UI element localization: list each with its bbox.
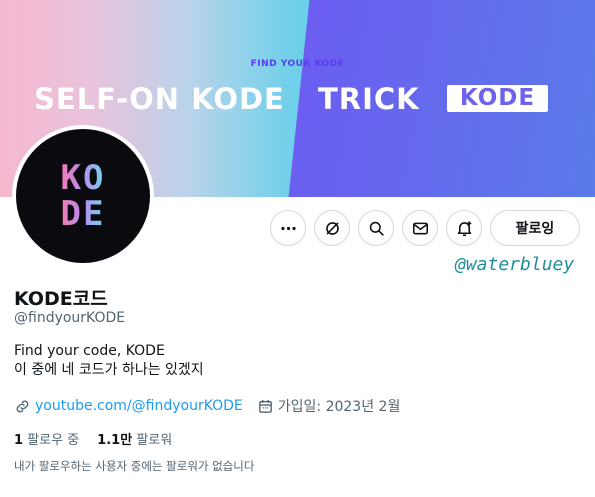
following-stat[interactable]: 1 팔로우 중 xyxy=(14,429,79,448)
search-button[interactable] xyxy=(358,210,394,246)
calendar-icon xyxy=(258,399,272,413)
followers-count: 1.1만 xyxy=(97,433,133,448)
profile-meta: youtube.com/@findyourKODE 가입일: 2023년 2월 xyxy=(14,396,400,416)
grok-icon xyxy=(325,221,339,235)
grok-button[interactable] xyxy=(314,210,350,246)
banner-badge: KODE xyxy=(447,85,548,112)
profile-actions: 팔로잉 xyxy=(270,210,580,246)
envelope-icon xyxy=(412,222,428,234)
avatar[interactable]: KO DE xyxy=(12,125,154,267)
following-button[interactable]: 팔로잉 xyxy=(490,210,580,246)
avatar-logo: KO DE xyxy=(16,129,150,263)
bio-line-2: 이 중에 네 코드가 하나는 있겠지 xyxy=(14,362,204,378)
bell-plus-icon xyxy=(457,220,471,236)
link-icon xyxy=(16,400,29,412)
profile-stats: 1 팔로우 중 1.1만 팔로워 xyxy=(14,429,172,448)
profile-name: KODE코드 xyxy=(14,288,108,310)
bio-line-1: Find your code, KODE xyxy=(14,343,165,359)
avatar-logo-line2: DE xyxy=(60,194,106,234)
message-button[interactable] xyxy=(402,210,438,246)
followers-you-know-note: 내가 팔로우하는 사용자 중에는 팔로워가 없습니다 xyxy=(14,459,255,473)
banner-kicker: FIND YOUR KODE xyxy=(250,59,345,69)
following-count: 1 xyxy=(14,433,24,448)
notify-button[interactable] xyxy=(446,210,482,246)
profile-joined-date: 가입일: 2023년 2월 xyxy=(277,399,401,415)
more-icon xyxy=(280,226,296,230)
profile-handle: @findyourKODE xyxy=(14,310,126,326)
followers-stat[interactable]: 1.1만 팔로워 xyxy=(97,429,172,448)
profile-website-link[interactable]: youtube.com/@findyourKODE xyxy=(35,398,243,414)
followers-label: 팔로워 xyxy=(136,433,173,448)
search-icon xyxy=(369,221,384,236)
following-label: 팔로우 중 xyxy=(27,433,80,448)
banner-right-title: TRICK xyxy=(318,82,420,116)
more-button[interactable] xyxy=(270,210,306,246)
banner-left-title: SELF-ON KODE xyxy=(34,82,285,116)
profile-bio: Find your code, KODE 이 중에 네 코드가 하나는 있겠지 xyxy=(14,342,204,380)
watermark: @waterbluey xyxy=(455,254,575,275)
avatar-logo-line1: KO xyxy=(60,158,106,198)
